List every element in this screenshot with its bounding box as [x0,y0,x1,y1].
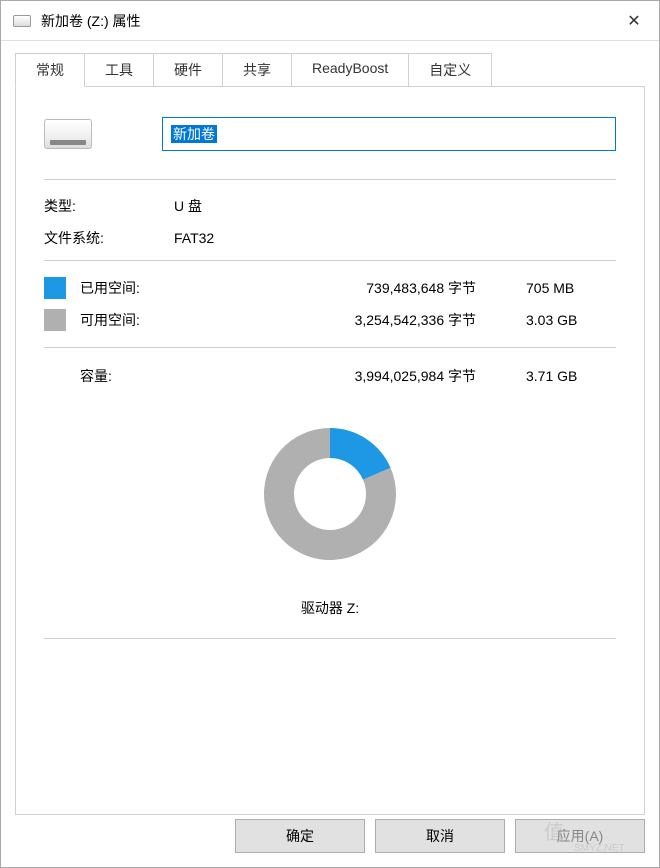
filesystem-label: 文件系统: [44,228,174,248]
filesystem-value: FAT32 [174,230,214,246]
drive-label: 驱动器 Z: [44,598,616,618]
tab-customize[interactable]: 自定义 [408,53,492,87]
tab-general[interactable]: 常规 [15,53,85,87]
drive-header: 新加卷 [44,117,616,151]
capacity-row: 容量: 3,994,025,984 字节 3.71 GB [44,366,616,386]
type-row: 类型: U 盘 [44,196,616,216]
usage-chart [44,414,616,574]
tabpanel-general: 新加卷 类型: U 盘 文件系统: FAT32 已用空间: [15,86,645,815]
capacity-hr: 3.71 GB [526,368,616,384]
drive-icon [13,15,31,27]
volume-name-input[interactable]: 新加卷 [162,117,616,151]
space-section: 已用空间: 739,483,648 字节 705 MB 可用空间: 3,254,… [44,277,616,331]
close-button[interactable]: ✕ [609,1,659,41]
titlebar: 新加卷 (Z:) 属性 ✕ [1,1,659,41]
volume-name-value: 新加卷 [171,125,217,143]
free-swatch [44,309,66,331]
window-title: 新加卷 (Z:) 属性 [41,11,609,31]
capacity-bytes: 3,994,025,984 字节 [180,366,526,386]
free-space-row: 可用空间: 3,254,542,336 字节 3.03 GB [44,309,616,331]
cancel-button[interactable]: 取消 [375,819,505,853]
free-hr: 3.03 GB [526,312,616,328]
properties-window: 新加卷 (Z:) 属性 ✕ 常规 工具 硬件 共享 ReadyBoost 自定义… [0,0,660,868]
close-icon: ✕ [627,11,640,31]
tab-tools[interactable]: 工具 [84,53,154,87]
content-area: 常规 工具 硬件 共享 ReadyBoost 自定义 新加卷 类型: U 盘 [1,41,659,867]
apply-button[interactable]: 应用(A) [515,819,645,853]
divider [44,638,616,639]
type-value: U 盘 [174,196,202,216]
button-row: 确定 取消 应用(A) [15,815,645,853]
tabstrip: 常规 工具 硬件 共享 ReadyBoost 自定义 [15,53,645,87]
filesystem-row: 文件系统: FAT32 [44,228,616,248]
divider [44,347,616,348]
donut-icon [250,414,410,574]
capacity-label: 容量: [44,366,180,386]
divider [44,179,616,180]
used-bytes: 739,483,648 字节 [180,278,526,298]
drive-large-icon [44,119,92,149]
free-bytes: 3,254,542,336 字节 [180,310,526,330]
used-space-row: 已用空间: 739,483,648 字节 705 MB [44,277,616,299]
tab-sharing[interactable]: 共享 [222,53,292,87]
tab-hardware[interactable]: 硬件 [153,53,223,87]
used-label: 已用空间: [80,278,180,298]
divider [44,260,616,261]
ok-button[interactable]: 确定 [235,819,365,853]
used-hr: 705 MB [526,280,616,296]
tab-readyboost[interactable]: ReadyBoost [291,53,409,87]
free-label: 可用空间: [80,310,180,330]
tabs-container: 常规 工具 硬件 共享 ReadyBoost 自定义 新加卷 类型: U 盘 [15,53,645,815]
type-label: 类型: [44,196,174,216]
used-swatch [44,277,66,299]
